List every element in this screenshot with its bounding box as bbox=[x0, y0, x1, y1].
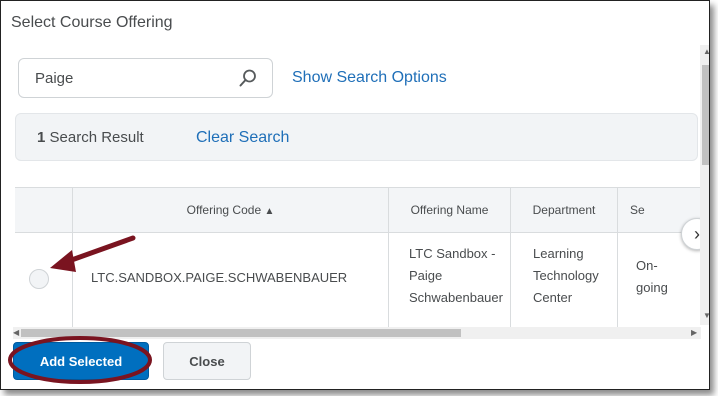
offerings-table: Offering Code ▲ Offering Name Department… bbox=[15, 187, 701, 330]
search-input[interactable]: Paige bbox=[18, 58, 273, 98]
semester-line: On- bbox=[636, 258, 658, 273]
department-line: Learning bbox=[533, 246, 584, 261]
dialog-title: Select Course Offering bbox=[11, 14, 173, 31]
offering-name-cell: LTC Sandbox - Paige Schwabenbauer bbox=[388, 233, 510, 330]
dialog-content: Paige Show Search Options 1 Search Resul… bbox=[11, 45, 701, 335]
scroll-right-icon[interactable]: ▶ bbox=[691, 328, 697, 337]
add-selected-button[interactable]: Add Selected bbox=[13, 342, 149, 380]
result-count: 1 Search Result bbox=[37, 129, 144, 146]
header-offering-name[interactable]: Offering Name bbox=[388, 188, 510, 232]
header-offering-code[interactable]: Offering Code ▲ bbox=[72, 188, 388, 232]
dialog-frame: Select Course Offering Paige Show Search… bbox=[0, 0, 710, 390]
result-count-label: Search Result bbox=[49, 129, 144, 146]
scroll-down-icon[interactable]: ▼ bbox=[703, 311, 709, 320]
scroll-up-icon[interactable]: ▲ bbox=[703, 47, 709, 56]
offering-code-cell: LTC.SANDBOX.PAIGE.SCHWABENBAUER bbox=[72, 233, 388, 330]
scroll-left-icon[interactable]: ◀ bbox=[13, 328, 19, 337]
semester-line: going bbox=[636, 280, 668, 295]
search-icon[interactable] bbox=[238, 68, 258, 88]
horizontal-scrollbar[interactable]: ◀ ▶ bbox=[13, 327, 701, 339]
header-select bbox=[15, 188, 72, 232]
close-button[interactable]: Close bbox=[163, 342, 251, 380]
clear-search-link[interactable]: Clear Search bbox=[196, 129, 289, 147]
vertical-scrollbar[interactable]: ▲ ▼ bbox=[700, 45, 709, 325]
search-input-value: Paige bbox=[35, 70, 74, 87]
department-line: Technology bbox=[533, 268, 599, 283]
header-offering-code-label: Offering Code bbox=[186, 203, 262, 217]
department-cell: Learning Technology Center bbox=[510, 233, 617, 330]
header-department[interactable]: Department bbox=[510, 188, 617, 232]
offering-name-line: Schwabenbauer bbox=[409, 290, 503, 305]
sort-ascending-icon: ▲ bbox=[264, 206, 275, 217]
department-line: Center bbox=[533, 290, 573, 305]
select-cell bbox=[15, 233, 72, 330]
vertical-scroll-thumb[interactable] bbox=[702, 65, 709, 165]
table-header: Offering Code ▲ Offering Name Department… bbox=[15, 188, 701, 233]
result-count-number: 1 bbox=[37, 129, 46, 146]
offering-name-line: LTC Sandbox - bbox=[409, 246, 496, 261]
row-select-radio[interactable] bbox=[29, 269, 49, 289]
show-search-options-link[interactable]: Show Search Options bbox=[292, 69, 447, 87]
table-row: LTC.SANDBOX.PAIGE.SCHWABENBAUER LTC Sand… bbox=[15, 233, 701, 330]
offering-name-line: Paige bbox=[409, 268, 443, 283]
horizontal-scroll-thumb[interactable] bbox=[21, 329, 461, 337]
search-results-bar: 1 Search Result Clear Search bbox=[15, 113, 698, 161]
